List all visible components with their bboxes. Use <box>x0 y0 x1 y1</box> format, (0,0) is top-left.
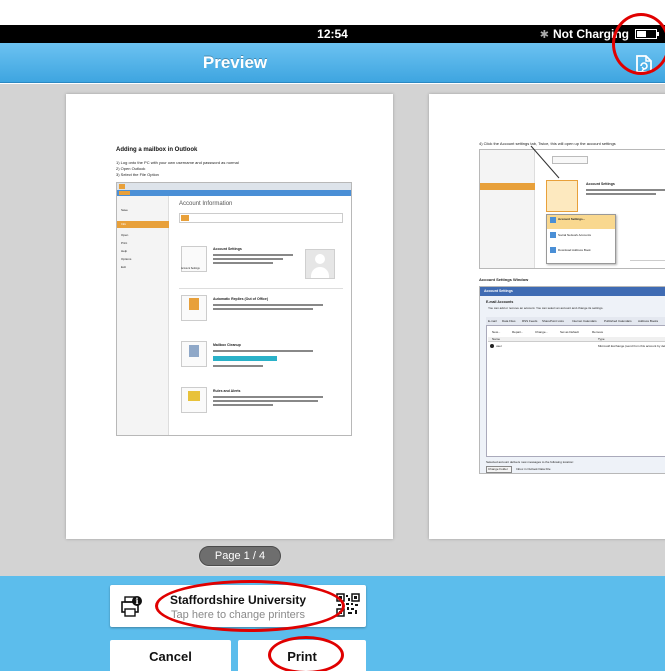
print-button[interactable]: Print <box>238 640 366 671</box>
doc-step: 2) Open Outlook <box>116 166 146 171</box>
window-footer-text: Selected account delivers new messages t… <box>486 460 574 464</box>
outlook-backstage-screenshot: Save Info Open Print Help Options Exit A… <box>116 182 352 436</box>
nav-item: Info <box>121 222 127 226</box>
account-row-type: Microsoft Exchange (send from this accou… <box>598 344 665 348</box>
window-footer-path: Inbox in Outlook Data File <box>516 467 551 471</box>
account-row-name: user <box>496 344 502 348</box>
window-description: You can add or remove an account. You ca… <box>488 306 604 310</box>
window-tab: E-mail <box>488 319 497 323</box>
preview-area[interactable]: Adding a mailbox in Outlook 1) Log onto … <box>0 84 665 576</box>
column-header: Name <box>492 337 501 341</box>
nav-item: Open <box>121 233 129 237</box>
section-title: Rules and Alerts <box>213 389 241 393</box>
window-tab: Internet Calendars <box>572 319 597 323</box>
svg-text:i: i <box>135 596 138 606</box>
nav-title: Preview <box>202 53 268 72</box>
printer-subtitle: Tap here to change printers <box>171 609 305 621</box>
window-subtitle: E-mail Accounts <box>486 300 514 304</box>
window-toolbar-item: New... <box>492 330 501 334</box>
doc-step: 3) Select the File Option <box>116 172 159 177</box>
window-tab: Data Files <box>502 319 516 323</box>
qr-code-icon <box>336 593 360 617</box>
window-toolbar-item: Remove <box>592 330 604 334</box>
arrow-annotation <box>530 145 560 179</box>
menu-item: Account Settings... <box>558 217 586 221</box>
cancel-button[interactable]: Cancel <box>110 640 231 671</box>
section-title: Mailbox Cleanup <box>213 343 241 347</box>
preview-page-2[interactable]: 4) Click the Account settings tab, Twice… <box>429 94 665 539</box>
change-folder-button: Change Folder <box>488 467 508 471</box>
menu-item: Social Network Accounts <box>558 233 592 237</box>
page-indicator: Page 1 / 4 <box>199 546 281 566</box>
printer-name: Staffordshire University <box>169 593 307 607</box>
nav-item: Print <box>121 241 128 245</box>
menu-title: Account Settings <box>586 182 615 186</box>
menu-item: Download Address Book <box>558 248 591 252</box>
status-bar: 12:54 ✱ Not Charging <box>0 25 665 43</box>
window-tab: Published Calendars <box>604 319 632 323</box>
window-toolbar-item: Change... <box>535 330 549 334</box>
doc-step: 1) Log onto the PC with your own usernam… <box>116 160 239 165</box>
window-tab: RSS Feeds <box>522 319 538 323</box>
bottom-panel: i Staffordshire University Tap here to c… <box>0 576 665 671</box>
nav-item: Save <box>121 208 128 212</box>
account-settings-menu-screenshot: Account Settings Account Settings... Soc… <box>479 149 665 269</box>
section-button: Account Settings <box>181 267 200 270</box>
status-right: ✱ Not Charging <box>539 27 659 41</box>
bluetooth-icon: ✱ <box>539 28 549 41</box>
battery-status: Not Charging <box>553 27 629 41</box>
window-tab: SharePoint Lists <box>542 319 564 323</box>
window-title: Account Settings <box>484 289 513 293</box>
account-info-title: Account Information <box>179 201 233 207</box>
preview-page-1[interactable]: Adding a mailbox in Outlook 1) Log onto … <box>66 94 393 539</box>
share-document-icon[interactable] <box>633 53 655 75</box>
window-toolbar-item: Repair... <box>512 330 524 334</box>
nav-item: Exit <box>121 265 127 269</box>
column-header: Type <box>598 337 605 341</box>
nav-item: Options <box>121 257 132 261</box>
section-title: Automatic Replies (Out of Office) <box>213 297 269 301</box>
section-title: Account Settings <box>213 247 242 251</box>
doc-heading: Adding a mailbox in Outlook <box>116 147 198 153</box>
window-toolbar-item: Set as Default <box>560 330 579 334</box>
window-tab: Address Books <box>638 319 659 323</box>
nav-item: Help <box>121 249 128 253</box>
account-settings-window-screenshot: Account Settings E-mail Accounts You can… <box>479 286 665 474</box>
nav-bar: Preview <box>0 43 665 83</box>
section-label: Account Settings Window <box>479 277 529 282</box>
battery-icon <box>635 29 659 39</box>
printer-selector[interactable]: i Staffordshire University Tap here to c… <box>110 585 366 627</box>
